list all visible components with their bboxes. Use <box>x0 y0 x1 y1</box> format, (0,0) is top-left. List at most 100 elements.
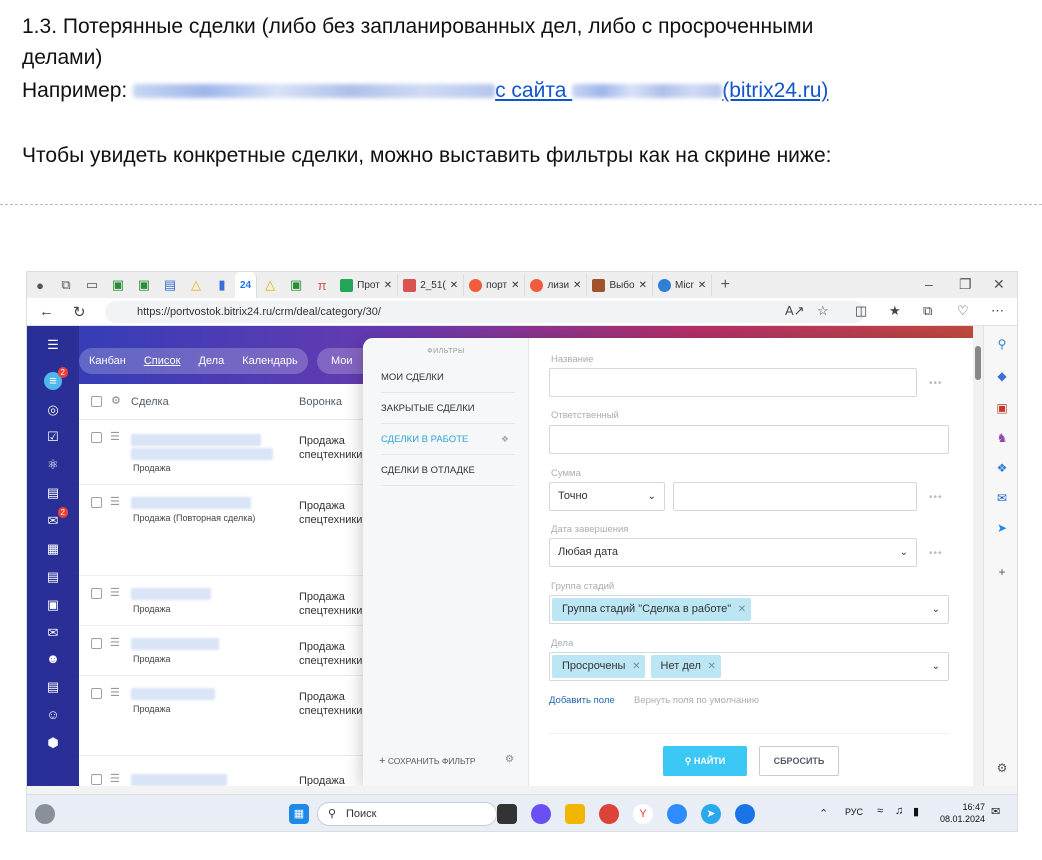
preset-closed-deals[interactable]: ЗАКРЫТЫЕ СДЕЛКИ <box>381 393 515 424</box>
pin-icon[interactable]: ❖ <box>501 424 509 455</box>
language-indicator[interactable]: РУС <box>845 807 863 817</box>
yandex-browser-icon[interactable]: Y <box>633 804 653 824</box>
send-icon[interactable]: ➤ <box>994 520 1010 536</box>
box-icon[interactable]: ⬢ <box>44 734 62 752</box>
restore-icon[interactable]: ❐ <box>959 276 972 293</box>
field-more-icon[interactable]: ••• <box>929 378 943 389</box>
toolbox-icon[interactable]: ▣ <box>994 400 1010 416</box>
select-all-checkbox[interactable] <box>91 396 102 407</box>
row-menu-icon[interactable]: ☰ <box>110 495 120 508</box>
row-menu-icon[interactable]: ☰ <box>110 686 120 699</box>
collections-icon[interactable]: ⧉ <box>923 303 932 319</box>
teams-icon[interactable] <box>531 804 551 824</box>
row-menu-icon[interactable]: ☰ <box>110 586 120 599</box>
task-view-icon[interactable] <box>497 804 517 824</box>
copilot-icon[interactable]: ❖ <box>994 460 1010 476</box>
row-menu-icon[interactable]: ☰ <box>110 772 120 785</box>
add-icon[interactable]: + <box>994 564 1010 580</box>
column-deal[interactable]: Сделка <box>131 396 169 408</box>
store-icon[interactable]: ▣ <box>44 596 62 614</box>
pinned-tabs-icon[interactable]: △ <box>260 275 280 295</box>
tab-yandex[interactable]: порт ✕ <box>464 274 526 296</box>
tag-icon[interactable]: ◆ <box>994 368 1010 384</box>
reset-button[interactable]: СБРОСИТЬ <box>759 746 839 776</box>
settings-gear-icon[interactable]: ⚙ <box>111 394 121 407</box>
volume-icon[interactable]: ♫ <box>895 805 903 817</box>
favorites-icon[interactable]: ★ <box>889 303 901 319</box>
extensions-icon[interactable]: ♡ <box>957 303 969 319</box>
robot-icon[interactable]: ☺ <box>44 706 62 724</box>
row-checkbox[interactable] <box>91 497 102 508</box>
tab-actions-icon[interactable]: ▭ <box>82 275 102 295</box>
tab-doc[interactable]: Прот ✕ <box>335 274 399 296</box>
tab-choice[interactable]: Выбо ✕ <box>587 274 653 296</box>
more-menu-icon[interactable]: ⋯ <box>991 303 1004 319</box>
new-tab-icon[interactable]: + <box>715 275 735 295</box>
workspaces-icon[interactable]: ⧉ <box>56 275 76 295</box>
tab-calendar[interactable]: Календарь <box>242 355 298 367</box>
sum-mode-select[interactable]: Точно ⌄ <box>549 482 665 511</box>
vertical-scrollbar[interactable] <box>973 326 983 786</box>
date-select[interactable]: Любая дата ⌄ <box>549 538 917 567</box>
search-icon[interactable]: ⚲ <box>994 336 1010 352</box>
restore-fields-link[interactable]: Вернуть поля по умолчанию <box>634 695 759 706</box>
users-icon[interactable]: ☻ <box>44 650 62 668</box>
pinned-tabs-icon[interactable]: ▤ <box>160 275 180 295</box>
pinned-tabs-icon[interactable]: ▣ <box>286 275 306 295</box>
tab-kanban[interactable]: Канбан <box>89 355 126 367</box>
tab-microsoft[interactable]: Micr ✕ <box>653 274 713 296</box>
tasks-icon[interactable]: ☑ <box>44 428 62 446</box>
close-window-icon[interactable]: ✕ <box>993 276 1005 293</box>
stage-group-select[interactable]: Группа стадий "Сделка в работе" ✕ ⌄ <box>549 595 949 624</box>
remove-tag-icon[interactable]: ✕ <box>632 655 640 678</box>
chess-icon[interactable]: ♞ <box>994 430 1010 446</box>
pinned-tabs-icon[interactable]: ▮ <box>212 275 232 295</box>
remove-tag-icon[interactable]: ✕ <box>708 655 716 678</box>
favorite-star-icon[interactable]: ☆ <box>817 303 829 319</box>
clock[interactable]: 16:47 08.01.2024 <box>937 801 985 825</box>
table-row[interactable]: ☰ Продажа Продажа спецтехники <box>79 626 379 676</box>
zoom-icon[interactable] <box>667 804 687 824</box>
field-more-icon[interactable]: ••• <box>929 548 943 559</box>
tab-yandex[interactable]: лизи ✕ <box>525 274 588 296</box>
document-icon[interactable]: ▤ <box>44 568 62 586</box>
row-checkbox[interactable] <box>91 774 102 785</box>
tab-pdf[interactable]: 2_51( ✕ <box>398 274 465 296</box>
row-menu-icon[interactable]: ☰ <box>110 430 120 443</box>
contacts-icon[interactable]: ▤ <box>44 678 62 696</box>
crm-icon[interactable]: ⚛ <box>44 456 62 474</box>
filter-icon[interactable]: ≡ 2 <box>44 367 68 390</box>
start-icon[interactable]: ▦ <box>289 804 309 824</box>
row-checkbox[interactable] <box>91 688 102 699</box>
taskbar-search[interactable]: ⚲ Поиск <box>317 802 497 826</box>
read-aloud-icon[interactable]: A↗ <box>785 303 805 319</box>
split-screen-icon[interactable]: ◫ <box>855 303 867 319</box>
notification-icon[interactable]: ✉ <box>991 805 1000 818</box>
weather-icon[interactable] <box>35 804 55 824</box>
preset-deals-debug[interactable]: СДЕЛКИ В ОТЛАДКЕ <box>381 455 515 486</box>
pinned-tabs-icon[interactable]: π <box>312 275 332 295</box>
preset-deals-in-work[interactable]: СДЕЛКИ В РАБОТЕ ❖ <box>381 424 515 455</box>
back-icon[interactable]: ← <box>39 303 54 320</box>
edge-icon[interactable] <box>735 804 755 824</box>
row-menu-icon[interactable]: ☰ <box>110 636 120 649</box>
column-funnel[interactable]: Воронка <box>299 396 342 408</box>
table-row[interactable]: ☰ Продажа <box>79 756 379 786</box>
field-more-icon[interactable]: ••• <box>929 492 943 503</box>
refresh-icon[interactable]: ↻ <box>73 303 86 321</box>
table-row[interactable]: ☰ Продажа Продажа спецтехники <box>79 676 379 756</box>
explorer-icon[interactable] <box>565 804 585 824</box>
row-checkbox[interactable] <box>91 432 102 443</box>
filter-settings-icon[interactable]: ⚙ <box>505 754 514 765</box>
wifi-icon[interactable]: ≈ <box>877 805 883 817</box>
telegram-icon[interactable]: ➤ <box>701 804 721 824</box>
example-link[interactable]: с сайта (bitrix24.ru) <box>133 79 828 102</box>
settings-icon[interactable]: ⚙ <box>994 760 1010 776</box>
tab-activities[interactable]: Дела <box>198 355 224 367</box>
menu-burger-icon[interactable]: ☰ <box>44 336 62 354</box>
scroll-thumb[interactable] <box>975 346 981 380</box>
outlook-icon[interactable]: ✉ <box>994 490 1010 506</box>
profile-icon[interactable]: ● <box>30 275 50 295</box>
activities-select[interactable]: Просрочены ✕ Нет дел ✕ ⌄ <box>549 652 949 681</box>
preset-my-deals[interactable]: МОИ СДЕЛКИ <box>381 362 515 393</box>
